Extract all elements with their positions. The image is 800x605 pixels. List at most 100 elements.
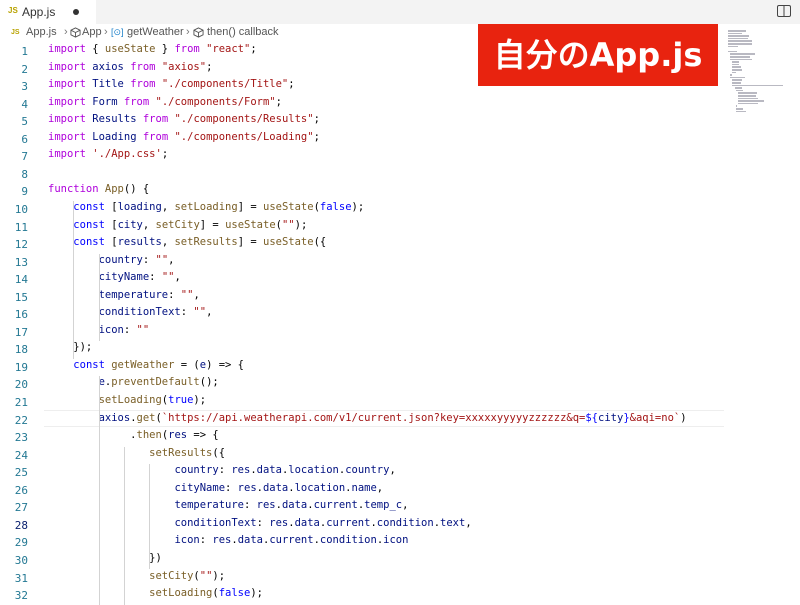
code-line[interactable]: const [city, setCity] = useState(""); [48, 219, 307, 237]
line-number: 17 [14, 325, 28, 339]
code-line[interactable]: import Title from "./components/Title"; [48, 78, 295, 96]
line-number: 31 [14, 571, 28, 585]
code-line[interactable]: e.preventDefault(); [48, 376, 219, 394]
split-editor-icon[interactable] [777, 5, 791, 17]
minimap-line [728, 30, 747, 32]
minimap-line [732, 66, 741, 68]
minimap-line [736, 108, 743, 110]
code-line[interactable]: conditionText: res.data.current.conditio… [48, 517, 471, 535]
minimap-line [736, 110, 746, 113]
line-number: 7 [21, 150, 28, 164]
line-number: 9 [21, 185, 28, 199]
code-line[interactable]: const getWeather = (e) => { [48, 359, 244, 377]
line-number: 10 [14, 202, 28, 216]
line-number: 29 [14, 536, 28, 550]
code-line[interactable]: axios.get(`https://api.weatherapi.com/v1… [48, 412, 687, 430]
code-line[interactable]: const [loading, setLoading] = useState(f… [48, 201, 364, 219]
overlay-banner: 自分のApp.js [478, 24, 718, 86]
line-number: 13 [14, 255, 28, 269]
line-number: 3 [21, 80, 28, 94]
tab-bar: JS App.js [0, 0, 800, 24]
breadcrumb-callback[interactable]: then() callback [207, 26, 279, 38]
minimap-line [728, 43, 752, 45]
unsaved-dot-icon[interactable] [73, 9, 79, 15]
minimap-line [728, 40, 752, 42]
minimap-line [738, 92, 758, 94]
line-number: 14 [14, 273, 28, 287]
line-number: 18 [14, 343, 28, 357]
line-number: 1 [21, 45, 28, 58]
minimap-line [730, 58, 752, 61]
line-number: 4 [21, 97, 28, 111]
line-number: 23 [14, 431, 28, 445]
code-line[interactable]: icon: res.data.current.condition.icon [48, 534, 408, 552]
minimap-line [732, 79, 743, 81]
line-number: 26 [14, 483, 28, 497]
line-number: 6 [21, 132, 28, 146]
minimap-line [730, 56, 751, 58]
minimap-line [738, 102, 759, 105]
line-number: 19 [14, 360, 28, 374]
code-line[interactable]: setLoading(false); [48, 587, 263, 605]
tab-label: App.js [22, 5, 56, 19]
chevron-right-icon: › [186, 26, 190, 38]
js-file-icon: JS [11, 29, 20, 36]
code-line[interactable]: import axios from "axios"; [48, 61, 212, 79]
line-number: 30 [14, 553, 28, 567]
code-line[interactable]: cityName: "", [48, 271, 181, 289]
breadcrumb-function[interactable]: getWeather [127, 26, 184, 38]
minimap-line [732, 63, 740, 66]
code-line[interactable]: setResults({ [48, 447, 225, 465]
line-number: 15 [14, 290, 28, 304]
code-line[interactable]: import { useState } from "react"; [48, 43, 257, 61]
code-line[interactable]: import Loading from "./components/Loadin… [48, 131, 320, 149]
code-line[interactable]: const [results, setResults] = useState({ [48, 236, 326, 254]
cube-icon [70, 27, 81, 38]
line-number: 25 [14, 466, 28, 480]
minimap-line [732, 82, 742, 84]
breadcrumb-component[interactable]: App [82, 26, 102, 38]
code-line[interactable]: import Results from "./components/Result… [48, 113, 320, 131]
code-editor[interactable]: 1 2 3 4 5 6 7 8 9 10 11 12 13 14 15 16 17 18 19 20 21 22 23 24 2… [0, 41, 725, 605]
code-line[interactable]: temperature: "", [48, 289, 200, 307]
code-line[interactable]: setLoading(true); [48, 394, 207, 412]
minimap[interactable] [728, 30, 800, 130]
minimap-line [728, 32, 743, 35]
code-line[interactable]: temperature: res.data.current.temp_c, [48, 499, 408, 517]
minimap-line [732, 69, 742, 71]
minimap-line [736, 89, 743, 92]
line-number: 32 [14, 589, 28, 603]
code-line[interactable]: country: "", [48, 254, 175, 272]
variable-icon: [⊙] [111, 27, 124, 37]
code-line[interactable]: setCity(""); [48, 570, 225, 588]
code-line[interactable]: country: res.data.location.country, [48, 464, 395, 482]
indent-guide [98, 253, 100, 342]
line-number: 20 [14, 378, 28, 392]
code-line[interactable]: function App() { [48, 183, 149, 201]
minimap-line [732, 71, 737, 74]
minimap-line [730, 74, 732, 76]
minimap-line [728, 50, 737, 53]
cube-icon [193, 27, 204, 38]
minimap-line [738, 97, 759, 100]
indent-guide [123, 446, 125, 605]
indent-guide [73, 200, 75, 359]
tab-app-js[interactable]: JS App.js [0, 0, 96, 24]
minimap-line [728, 37, 749, 40]
minimap-line [734, 87, 743, 89]
code-line[interactable]: import Form from "./components/Form"; [48, 96, 282, 114]
line-number: 2 [21, 62, 28, 76]
code-line[interactable]: }); [48, 341, 92, 359]
breadcrumb-file[interactable]: App.js [26, 26, 57, 38]
minimap-line [736, 105, 738, 107]
code-line[interactable]: .then(res => { [48, 429, 219, 447]
code-line[interactable]: import './App.css'; [48, 148, 168, 166]
minimap-line [732, 84, 784, 87]
minimap-line [730, 53, 756, 55]
line-number: 12 [14, 238, 28, 252]
minimap-line [730, 76, 745, 79]
line-number: 16 [14, 308, 28, 322]
line-number: 11 [14, 220, 28, 234]
code-line[interactable]: }) [48, 552, 162, 570]
js-file-icon: JS [8, 6, 18, 15]
